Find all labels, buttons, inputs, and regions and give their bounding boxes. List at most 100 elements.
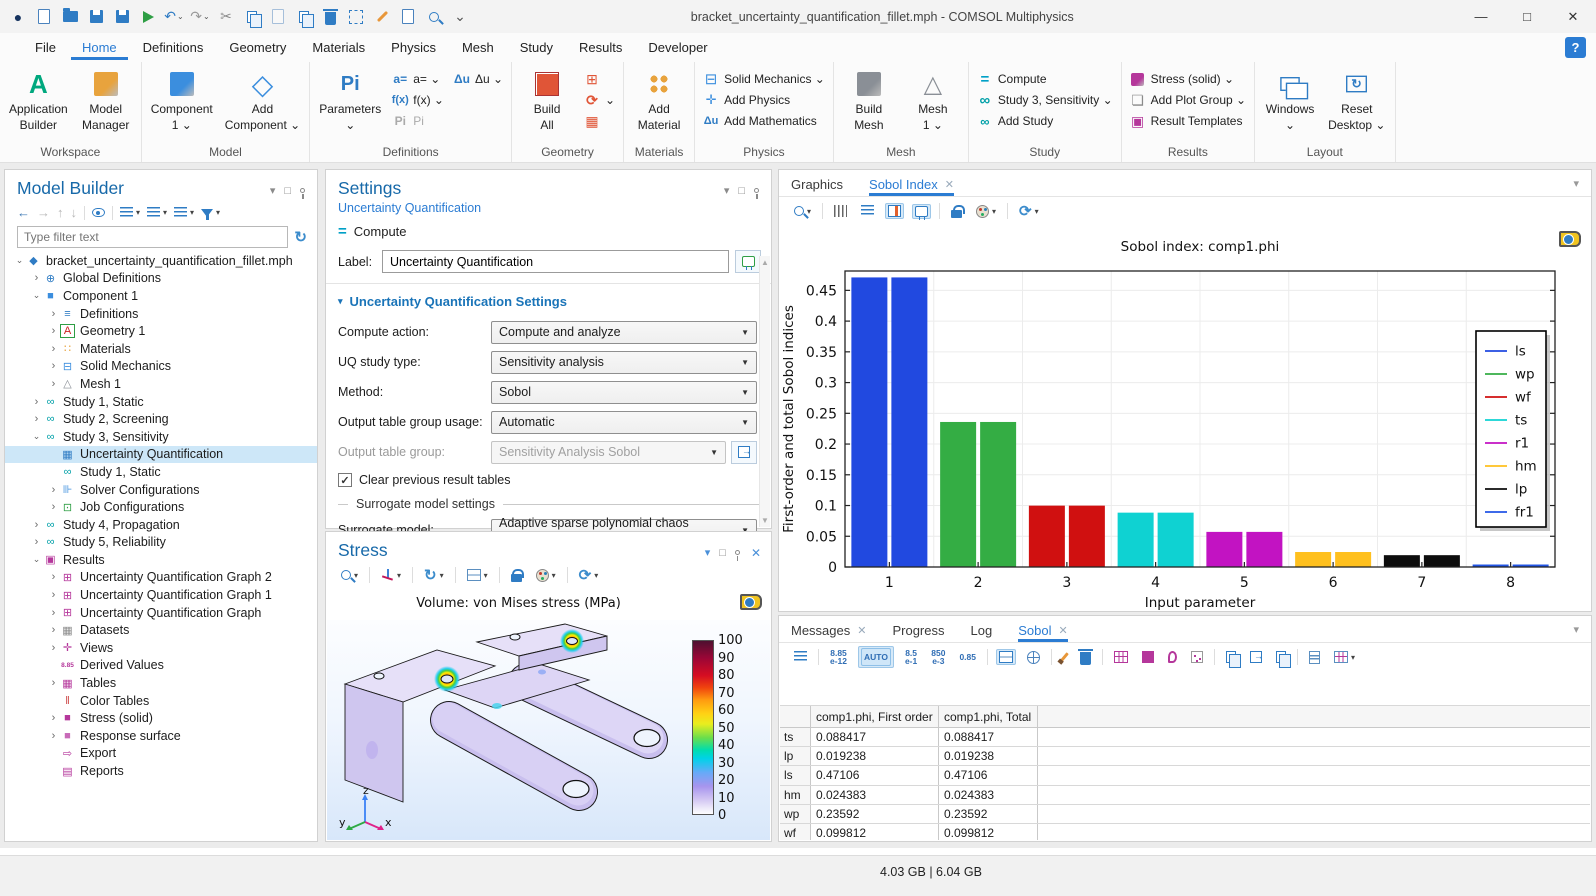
tree-item[interactable]: ▦Uncertainty Quantification bbox=[5, 446, 317, 464]
result-templates-button[interactable]: ▣Result Templates bbox=[1126, 112, 1250, 130]
tree-item[interactable]: ⌄▣Results bbox=[5, 551, 317, 569]
tree-item[interactable]: ⌄■Component 1 bbox=[5, 287, 317, 305]
snapshot-icon[interactable] bbox=[740, 594, 762, 610]
model-tree-node-icon[interactable] bbox=[174, 207, 187, 219]
expand-icon[interactable]: › bbox=[47, 589, 60, 601]
tree-item[interactable]: ›■Stress (solid) bbox=[5, 709, 317, 727]
tree-item[interactable]: ›⊪Solver Configurations bbox=[5, 481, 317, 499]
build-all-button[interactable]: BuildAll bbox=[516, 64, 578, 135]
save-as-icon[interactable] bbox=[112, 7, 132, 27]
annotation-icon[interactable] bbox=[912, 204, 931, 219]
copy-selection-icon[interactable] bbox=[1273, 649, 1289, 665]
menu-mesh[interactable]: Mesh bbox=[451, 35, 505, 60]
tree-item[interactable]: ▤Reports bbox=[5, 762, 317, 780]
delete-table-icon[interactable] bbox=[1077, 647, 1094, 667]
report-icon[interactable] bbox=[1306, 649, 1323, 666]
table-row[interactable]: wp0.235920.23592 bbox=[780, 805, 1590, 824]
new-file-icon[interactable] bbox=[34, 7, 54, 27]
add-mathematics-button[interactable]: ΔuAdd Mathematics bbox=[699, 112, 829, 130]
x-axis-grid-icon[interactable] bbox=[831, 203, 850, 219]
tree-item[interactable]: ›∞Study 4, Propagation bbox=[5, 516, 317, 534]
console-tab-messages[interactable]: Messages✕ bbox=[791, 616, 866, 642]
table-settings-icon[interactable] bbox=[791, 649, 810, 665]
close-tab-icon[interactable]: ✕ bbox=[945, 178, 954, 191]
expand-icon[interactable]: › bbox=[47, 712, 60, 724]
expand-icon[interactable]: › bbox=[47, 571, 60, 583]
lock-view-icon[interactable] bbox=[508, 567, 525, 584]
expand-icon[interactable]: › bbox=[30, 396, 43, 408]
add-physics-button[interactable]: ✛Add Physics bbox=[699, 91, 829, 109]
tree-item[interactable]: ›⊕Global Definitions bbox=[5, 270, 317, 288]
pin-icon[interactable] bbox=[754, 188, 759, 193]
compute-button[interactable]: = Compute bbox=[326, 217, 771, 248]
console-tab-log[interactable]: Log bbox=[971, 616, 993, 642]
nonlocal-couplings-button[interactable]: ΔuΔu ⌄ bbox=[450, 70, 507, 88]
tree-item[interactable]: ›∷Materials bbox=[5, 340, 317, 358]
expand-icon[interactable]: › bbox=[47, 378, 60, 390]
expand-icon[interactable]: › bbox=[47, 730, 60, 742]
panel-menu-icon[interactable]: ▾ bbox=[270, 184, 276, 197]
sobol-bar-chart[interactable]: Sobol index: comp1.phi00.050.10.150.20.2… bbox=[779, 227, 1591, 613]
panel-menu-icon[interactable]: ▾ bbox=[724, 184, 730, 197]
collapse-icon[interactable]: ⌄ bbox=[30, 431, 43, 442]
table-row[interactable]: hm0.0243830.024383 bbox=[780, 786, 1590, 805]
insert-sequence-button[interactable]: ⊞ bbox=[580, 70, 619, 88]
parameter-node-button[interactable]: PiPi bbox=[388, 112, 448, 130]
model-manager-button[interactable]: ModelManager bbox=[75, 64, 137, 135]
scatter-icon[interactable] bbox=[1188, 649, 1206, 665]
float-icon[interactable]: □ bbox=[738, 185, 745, 197]
tree-item[interactable]: ›⊞Uncertainty Quantification Graph 2 bbox=[5, 569, 317, 587]
tree-item[interactable]: ›▦Tables bbox=[5, 674, 317, 692]
compact-notation-icon[interactable]: 850e-3 bbox=[928, 647, 948, 668]
image-settings-icon[interactable]: ▾ bbox=[973, 203, 999, 220]
scene-settings-icon[interactable]: ▾ bbox=[464, 567, 491, 583]
panel-menu-icon[interactable]: ▾ bbox=[705, 546, 711, 559]
add-material-button[interactable]: AddMaterial bbox=[628, 64, 690, 135]
engineering-notation-icon[interactable]: 8.5e-1 bbox=[902, 647, 920, 668]
y-axis-grid-icon[interactable] bbox=[858, 203, 877, 219]
collapse-icon[interactable]: ⌄ bbox=[30, 554, 43, 565]
draw-icon[interactable] bbox=[372, 7, 392, 27]
refresh-icon[interactable]: ↻ bbox=[294, 228, 307, 246]
study-button[interactable]: ∞Study 3, Sensitivity ⌄ bbox=[973, 91, 1117, 109]
expand-icon[interactable]: › bbox=[47, 325, 60, 337]
menu-home[interactable]: Home bbox=[71, 35, 128, 60]
select-box-icon[interactable] bbox=[346, 7, 366, 27]
stress-plot-button[interactable]: Stress (solid) ⌄ bbox=[1126, 70, 1250, 88]
toolbar-overflow-icon[interactable]: ⌄ bbox=[450, 7, 470, 27]
windows-button[interactable]: Windows⌄ bbox=[1259, 64, 1321, 135]
tree-item[interactable]: 8.85Derived Values bbox=[5, 657, 317, 675]
locale-icon[interactable] bbox=[1024, 649, 1043, 666]
tree-item[interactable]: ›≡Definitions bbox=[5, 305, 317, 323]
tree-item[interactable]: ›⊞Uncertainty Quantification Graph 1 bbox=[5, 586, 317, 604]
rotate-view-icon[interactable]: ↻▾ bbox=[421, 564, 447, 586]
new-table-icon[interactable] bbox=[731, 441, 757, 464]
delete-icon[interactable] bbox=[320, 7, 340, 27]
rename-icon[interactable] bbox=[735, 250, 761, 273]
menu-developer[interactable]: Developer bbox=[637, 35, 718, 60]
back-icon[interactable]: ← bbox=[17, 205, 30, 220]
duplicate-icon[interactable] bbox=[294, 7, 314, 27]
tree-item[interactable]: ›▦Datasets bbox=[5, 621, 317, 639]
zoom-icon[interactable]: ▾ bbox=[338, 568, 361, 582]
remove-details-button[interactable]: ▦ bbox=[580, 112, 619, 130]
expand-icon[interactable]: › bbox=[30, 536, 43, 548]
tree-item[interactable]: ⇨Export bbox=[5, 745, 317, 763]
full-precision-icon[interactable] bbox=[996, 649, 1016, 665]
uq-study-type-select[interactable]: Sensitivity analysis▼ bbox=[491, 351, 757, 374]
console-tab-sobol[interactable]: Sobol✕ bbox=[1018, 616, 1067, 642]
menu-materials[interactable]: Materials bbox=[301, 35, 376, 60]
save-icon[interactable] bbox=[86, 7, 106, 27]
close-tab-icon[interactable]: ✕ bbox=[857, 624, 866, 637]
component-button[interactable]: Component1 ⌄ bbox=[146, 64, 218, 135]
menu-file[interactable]: File bbox=[24, 35, 67, 60]
snapshot-icon[interactable] bbox=[1559, 231, 1581, 247]
compute-action-select[interactable]: Compute and analyze▼ bbox=[491, 321, 757, 344]
close-tab-icon[interactable]: ✕ bbox=[1058, 624, 1067, 637]
menu-results[interactable]: Results bbox=[568, 35, 633, 60]
open-file-icon[interactable] bbox=[60, 7, 80, 27]
collapse-icon[interactable]: ⌄ bbox=[13, 255, 26, 266]
pin-icon[interactable] bbox=[300, 188, 305, 193]
sonify-icon[interactable] bbox=[1165, 649, 1180, 665]
expand-icon[interactable]: › bbox=[30, 272, 43, 284]
